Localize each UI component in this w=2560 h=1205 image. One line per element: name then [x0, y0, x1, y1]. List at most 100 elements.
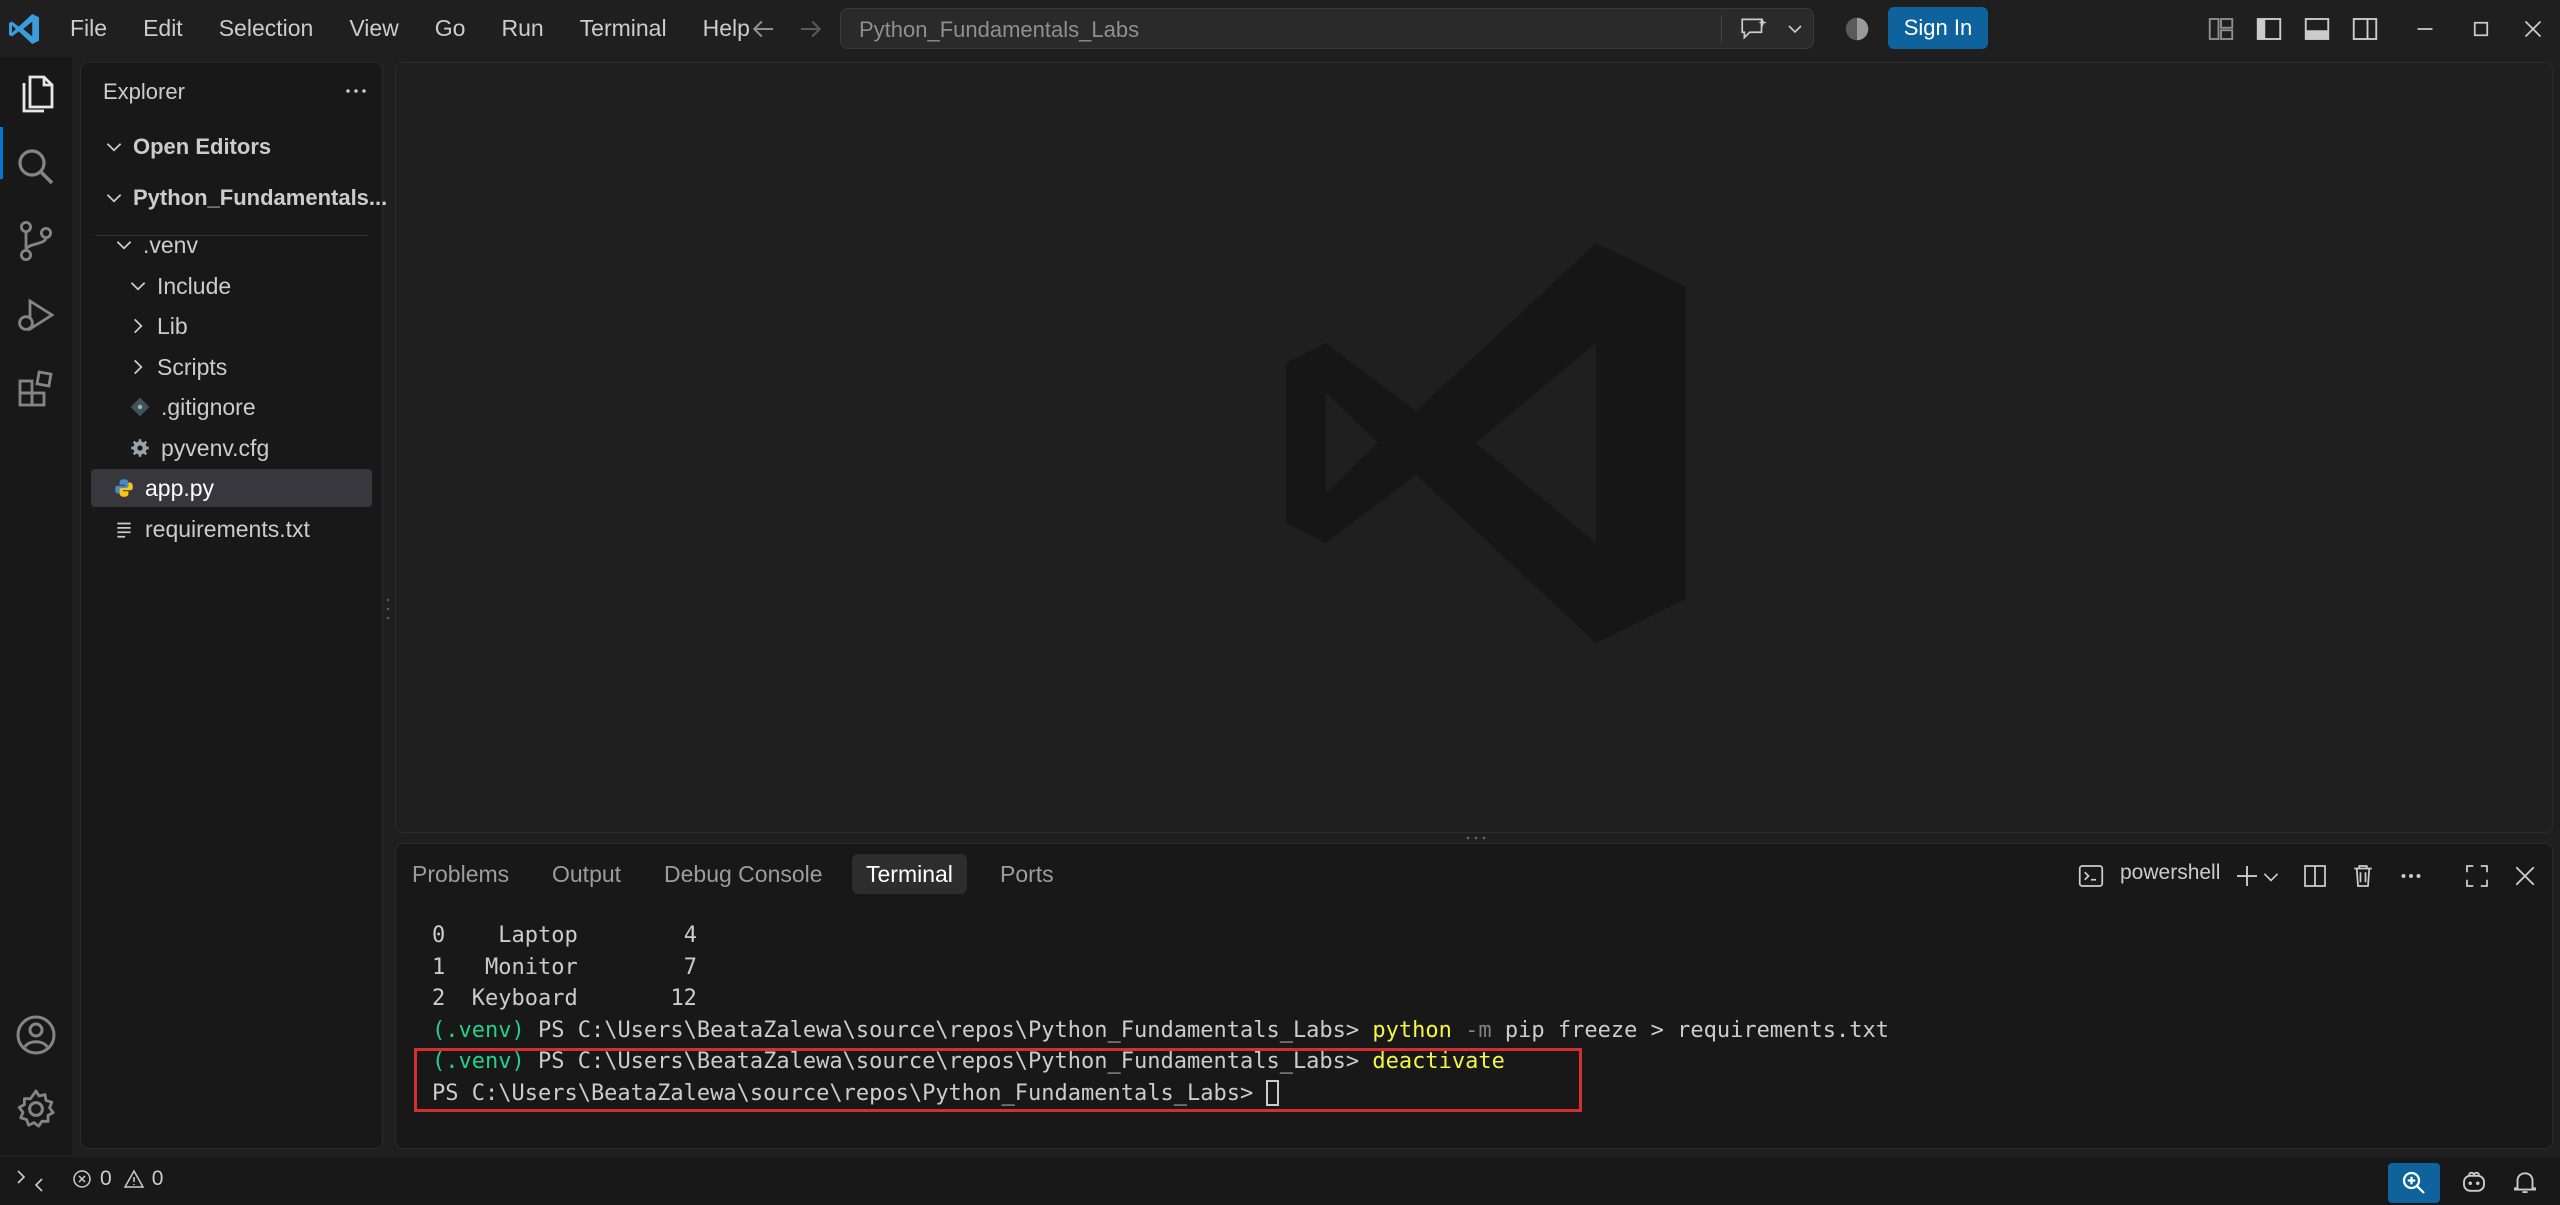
more-actions-icon[interactable] — [341, 81, 371, 101]
tab-output[interactable]: Output — [538, 854, 635, 894]
folder-label: Python_Fundamentals... — [133, 185, 388, 210]
chevron-down-icon[interactable] — [1785, 19, 1805, 39]
tab-problems[interactable]: Problems — [398, 854, 523, 894]
vscode-logo-icon — [9, 14, 39, 44]
tree-item-requirements-txt[interactable]: requirements.txt — [91, 510, 372, 548]
copilot-icon[interactable] — [1842, 14, 1872, 44]
editor-area — [395, 62, 2553, 833]
tab-debug-console[interactable]: Debug Console — [650, 854, 837, 894]
bottom-panel: Problems Output Debug Console Terminal P… — [395, 843, 2553, 1149]
python-file-icon — [115, 479, 133, 497]
copilot-status-icon[interactable] — [2458, 1167, 2490, 1197]
tree-item-pyvenv-cfg[interactable]: pyvenv.cfg — [91, 429, 372, 467]
tab-terminal[interactable]: Terminal — [852, 854, 967, 894]
open-editors-label: Open Editors — [133, 134, 272, 159]
split-terminal-icon[interactable] — [2300, 861, 2330, 891]
minimize-icon[interactable] — [2410, 14, 2440, 44]
terminal-line: 2 Keyboard 12 — [432, 986, 697, 1011]
more-actions-icon[interactable] — [2396, 861, 2426, 891]
toggle-secondary-sidebar-icon[interactable] — [2350, 14, 2380, 44]
error-icon — [73, 1170, 91, 1188]
tree-item-label: Include — [157, 272, 232, 299]
menu-help[interactable]: Help — [703, 15, 750, 42]
tab-ports[interactable]: Ports — [986, 854, 1068, 894]
extensions-icon[interactable] — [12, 365, 60, 413]
open-editors-section[interactable]: Open Editors — [91, 128, 372, 166]
back-arrow-icon[interactable] — [748, 14, 778, 44]
source-control-icon[interactable] — [12, 217, 60, 265]
warning-count: 0 — [151, 1167, 164, 1190]
run-and-debug-icon[interactable] — [12, 291, 60, 339]
menu-edit[interactable]: Edit — [143, 15, 183, 42]
annotation-highlight-box — [414, 1048, 1582, 1112]
explorer-sidebar: Explorer Open Editors Python_Fundamental… — [80, 62, 387, 1149]
tree-item-scripts[interactable]: Scripts — [91, 348, 372, 386]
explorer-files-icon[interactable] — [12, 69, 60, 117]
forward-arrow-icon[interactable] — [796, 14, 826, 44]
tree-item-app-py[interactable]: app.py — [91, 469, 372, 507]
tree-item-label: requirements.txt — [145, 515, 310, 542]
maximize-icon[interactable] — [2466, 14, 2496, 44]
tree-item-include[interactable]: Include — [91, 267, 372, 305]
maximize-panel-icon[interactable] — [2462, 861, 2492, 891]
menu-go[interactable]: Go — [435, 15, 466, 42]
close-panel-icon[interactable] — [2510, 861, 2540, 891]
menu-selection[interactable]: Selection — [219, 15, 314, 42]
zoom-button[interactable] — [2388, 1163, 2440, 1203]
command-center-text: Python_Fundamentals_Labs — [859, 17, 1140, 42]
title-bar: File Edit Selection View Go Run Terminal… — [0, 0, 2560, 57]
tree-item-lib[interactable]: Lib — [91, 307, 372, 345]
tree-item-label: pyvenv.cfg — [161, 434, 270, 461]
command-center-search[interactable]: Python_Fundamentals_Labs — [840, 8, 1814, 49]
chevron-down-icon[interactable] — [2260, 861, 2282, 891]
activity-bar — [0, 57, 72, 1155]
terminal-shell-icon — [2078, 865, 2104, 887]
toggle-primary-sidebar-icon[interactable] — [2254, 14, 2284, 44]
chat-sparkle-icon[interactable] — [1739, 16, 1769, 42]
menu-run[interactable]: Run — [501, 15, 543, 42]
folder-section[interactable]: Python_Fundamentals... — [91, 179, 387, 217]
new-terminal-plus-icon[interactable] — [2232, 861, 2262, 891]
sign-in-button[interactable]: Sign In — [1888, 7, 1988, 49]
chevron-down-icon — [106, 143, 122, 152]
chevron-down-icon — [130, 282, 146, 291]
vscode-watermark-icon — [1286, 243, 1686, 643]
sidebar-resize-handle[interactable] — [386, 596, 390, 622]
gear-icon — [131, 439, 149, 457]
close-window-icon[interactable] — [2518, 14, 2548, 44]
remote-indicator-icon[interactable] — [14, 1169, 46, 1193]
terminal-line: 1 Monitor 7 — [432, 954, 697, 980]
toggle-panel-icon[interactable] — [2302, 14, 2332, 44]
terminal-line: 0 Laptop 4 — [432, 923, 697, 948]
problems-status[interactable]: 0 0 — [70, 1167, 163, 1191]
notifications-bell-icon[interactable] — [2510, 1167, 2540, 1197]
accounts-icon[interactable] — [12, 1011, 60, 1059]
chevron-down-icon — [116, 241, 132, 250]
status-bar: 0 0 — [0, 1157, 2560, 1205]
tree-item-label: .gitignore — [161, 393, 256, 420]
tree-item-label: .venv — [143, 231, 198, 258]
text-file-icon — [117, 522, 131, 538]
tree-item-venv[interactable]: .venv — [91, 226, 372, 264]
command-center-divider — [1721, 15, 1722, 43]
search-icon[interactable] — [12, 143, 60, 191]
tree-item-gitignore[interactable]: .gitignore — [91, 388, 372, 426]
settings-gear-icon[interactable] — [12, 1085, 60, 1133]
customize-layout-icon[interactable] — [2206, 14, 2236, 44]
terminal-shell-label[interactable]: powershell — [2120, 861, 2220, 885]
chevron-right-icon — [134, 318, 143, 334]
chevron-down-icon — [106, 194, 122, 203]
active-indicator — [0, 127, 3, 179]
menu-view[interactable]: View — [349, 15, 398, 42]
chevron-right-icon — [134, 359, 143, 375]
zoom-in-icon — [2402, 1171, 2425, 1194]
menu-terminal[interactable]: Terminal — [580, 15, 667, 42]
menu-file[interactable]: File — [70, 15, 107, 42]
tree-item-label: app.py — [145, 474, 215, 501]
warning-icon — [123, 1169, 144, 1188]
tree-item-label: Scripts — [157, 353, 228, 380]
menu-bar: File Edit Selection View Go Run Terminal… — [70, 0, 786, 57]
trash-icon[interactable] — [2348, 861, 2378, 891]
panel-resize-handle[interactable] — [1462, 834, 1490, 842]
explorer-title: Explorer — [103, 79, 185, 104]
